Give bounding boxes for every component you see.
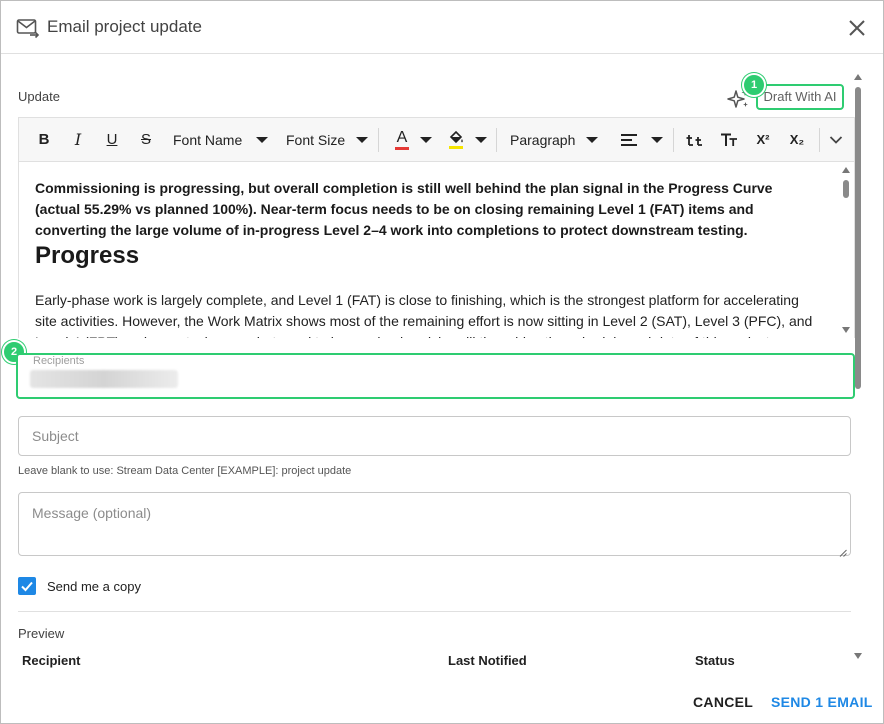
step-badge-1: 1: [742, 73, 766, 97]
font-size-label: Font Size: [286, 131, 346, 148]
underline-button[interactable]: U: [101, 118, 123, 161]
message-placeholder: Message (optional): [32, 505, 152, 521]
font-color-swatch: [395, 146, 409, 150]
resize-grip-icon[interactable]: [839, 544, 847, 557]
section-divider: [18, 611, 851, 612]
subject-input[interactable]: Subject: [18, 416, 851, 456]
lowercase-icon[interactable]: [683, 118, 707, 161]
editor-body-paragraph: Early-phase work is largely complete, an…: [35, 292, 813, 338]
close-icon[interactable]: [847, 18, 867, 38]
align-left-icon[interactable]: [619, 118, 639, 161]
paragraph-label: Paragraph: [510, 131, 576, 148]
preview-col-recipient: Recipient: [22, 653, 81, 668]
recipients-field[interactable]: Recipients: [16, 353, 855, 399]
cancel-button[interactable]: CANCEL: [693, 694, 753, 710]
checkmark-icon: [21, 581, 33, 592]
highlight-color-swatch: [449, 145, 463, 149]
subject-hint: Leave blank to use: Stream Data Center […: [18, 465, 352, 477]
recipients-label: Recipients: [33, 355, 85, 367]
chevron-down-icon[interactable]: [474, 118, 488, 161]
update-label: Update: [18, 89, 60, 104]
highlight-color-button[interactable]: [445, 118, 467, 161]
mail-forward-icon: [16, 17, 40, 39]
chevron-down-icon[interactable]: [355, 118, 369, 161]
chevron-down-icon[interactable]: [825, 118, 847, 161]
font-name-label: Font Name: [173, 131, 243, 148]
dialog-footer: CANCEL SEND 1 EMAIL: [1, 671, 883, 723]
chevron-down-icon[interactable]: [585, 118, 599, 161]
message-textarea[interactable]: Message (optional): [18, 492, 851, 557]
chevron-down-icon[interactable]: [419, 118, 433, 161]
send-copy-checkbox[interactable]: [18, 577, 36, 595]
dialog-header: Email project update: [1, 1, 883, 54]
dialog-title: Email project update: [47, 17, 202, 36]
chevron-down-icon[interactable]: [650, 118, 664, 161]
bold-button[interactable]: B: [33, 118, 55, 161]
subscript-button[interactable]: X₂: [785, 118, 809, 161]
editor-intro-paragraph: Commissioning is progressing, but overal…: [35, 180, 773, 238]
editor-heading: Progress: [35, 242, 140, 269]
uppercase-icon[interactable]: [717, 118, 741, 161]
email-update-dialog: Email project update Update Draft With A…: [0, 0, 884, 724]
send-email-button[interactable]: SEND 1 EMAIL: [771, 694, 873, 710]
font-color-glyph: A: [396, 128, 408, 146]
send-copy-label: Send me a copy: [47, 579, 141, 594]
rich-text-editor: B I U S Font Name Font Size A Paragraph …: [18, 117, 855, 338]
dialog-scrollbar[interactable]: [851, 71, 865, 663]
preview-label: Preview: [18, 626, 65, 641]
superscript-button[interactable]: X²: [751, 118, 775, 161]
editor-toolbar: B I U S Font Name Font Size A Paragraph …: [19, 118, 854, 162]
strikethrough-button[interactable]: S: [135, 118, 157, 161]
paint-bucket-icon: [449, 130, 463, 143]
chevron-down-icon[interactable]: [255, 118, 269, 161]
paragraph-dropdown[interactable]: Paragraph: [510, 118, 590, 161]
preview-col-last-notified: Last Notified: [448, 653, 527, 668]
draft-with-ai-button[interactable]: Draft With AI: [756, 84, 844, 110]
recipient-chip-redacted: [30, 370, 178, 388]
editor-body[interactable]: Commissioning is progressing, but overal…: [19, 162, 839, 338]
subject-placeholder: Subject: [32, 428, 79, 444]
italic-button[interactable]: I: [67, 118, 89, 161]
font-size-dropdown[interactable]: Font Size: [286, 118, 366, 161]
dialog-content: Update Draft With AI 1 B I U S Font Name: [1, 54, 867, 671]
preview-col-status: Status: [695, 653, 735, 668]
font-color-button[interactable]: A: [391, 118, 413, 161]
